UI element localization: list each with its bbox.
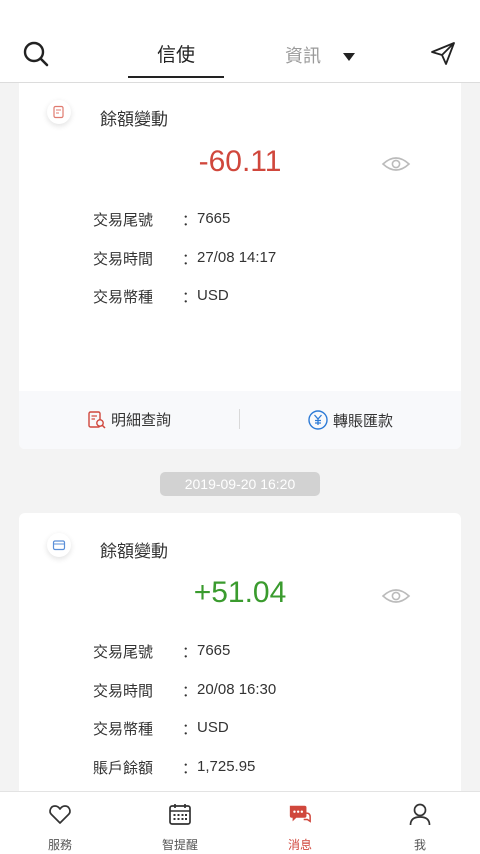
row-value-currency: USD bbox=[197, 719, 229, 736]
row-colon: ： bbox=[182, 211, 198, 229]
nav-item-me[interactable]: 我 bbox=[360, 792, 480, 854]
calendar-icon bbox=[169, 804, 191, 825]
row-value-tx-time: 20/08 16:30 bbox=[197, 681, 277, 698]
toggle-visibility-button[interactable] bbox=[381, 586, 411, 606]
toggle-visibility-button[interactable] bbox=[381, 154, 411, 174]
row-colon: ： bbox=[182, 288, 198, 306]
detail-query-button[interactable]: 明細查詢 bbox=[87, 409, 171, 430]
transfer-remit-button[interactable]: 轉賬匯款 bbox=[307, 409, 393, 431]
date-separator: 2019-09-20 16:20 bbox=[160, 472, 320, 496]
search-button[interactable] bbox=[22, 40, 50, 68]
card-title: 餘額變動 bbox=[100, 110, 168, 130]
yen-exchange-icon bbox=[308, 410, 328, 430]
message-icon bbox=[289, 805, 311, 823]
card-title: 餘額變動 bbox=[100, 542, 168, 562]
row-value-tx-tail: 7665 bbox=[197, 210, 231, 227]
row-value-currency: USD bbox=[197, 287, 229, 304]
row-colon: ： bbox=[182, 759, 198, 777]
top-header: 信使 資訊 bbox=[0, 0, 480, 83]
heart-icon bbox=[49, 805, 71, 824]
nav-item-messages[interactable]: 消息 bbox=[240, 792, 360, 854]
row-label-tx-tail: 交易尾號 bbox=[93, 643, 154, 661]
row-colon: ： bbox=[182, 643, 198, 661]
balance-change-card: 餘額變動 +51.04 交易尾號 ： 7665 交易時間 ： 20/08 16:… bbox=[19, 513, 461, 803]
row-label-currency: 交易幣種 bbox=[93, 720, 154, 738]
person-icon bbox=[409, 803, 431, 826]
row-label-tx-time: 交易時間 bbox=[93, 250, 154, 268]
row-colon: ： bbox=[182, 720, 198, 738]
search-icon bbox=[23, 41, 49, 67]
nav-label: 消息 bbox=[287, 838, 312, 852]
eye-icon bbox=[381, 157, 411, 171]
transfer-remit-label: 轉賬匯款 bbox=[333, 411, 394, 430]
row-label-tx-tail: 交易尾號 bbox=[93, 211, 154, 229]
row-label-balance: 賬戶餘額 bbox=[93, 759, 154, 777]
row-value-balance: 1,725.95 bbox=[197, 758, 256, 775]
detail-query-label: 明細查詢 bbox=[111, 411, 172, 429]
send-button[interactable] bbox=[430, 40, 456, 66]
nav-label: 我 bbox=[413, 838, 426, 852]
balance-change-card: 餘額變動 -60.11 交易尾號 ： 7665 交易時間 ： 27/08 14:… bbox=[19, 83, 461, 449]
tab-dropdown-button[interactable] bbox=[342, 48, 356, 61]
row-label-currency: 交易幣種 bbox=[93, 288, 154, 306]
row-value-tx-tail: 7665 bbox=[197, 642, 231, 659]
nav-item-services[interactable]: 服務 bbox=[0, 792, 120, 854]
caret-down-icon bbox=[343, 53, 355, 61]
card-icon-badge bbox=[47, 533, 71, 557]
nav-item-smart-reminder[interactable]: 智提醒 bbox=[120, 792, 240, 854]
bottom-nav: 服務 智提醒 消息 我 bbox=[0, 791, 480, 854]
eye-icon bbox=[381, 589, 411, 603]
row-value-tx-time: 27/08 14:17 bbox=[197, 249, 277, 266]
paper-plane-icon bbox=[431, 42, 455, 65]
row-label-tx-time: 交易時間 bbox=[93, 682, 154, 700]
document-search-icon bbox=[88, 410, 106, 429]
card-icon-badge bbox=[47, 100, 71, 124]
card-actions: 明細查詢 轉賬匯款 bbox=[19, 391, 461, 449]
tab-active-underline bbox=[128, 76, 224, 78]
wallet-icon bbox=[52, 540, 66, 551]
tab-news[interactable]: 資訊 bbox=[285, 42, 321, 68]
row-colon: ： bbox=[182, 682, 198, 700]
nav-label: 服務 bbox=[47, 838, 72, 852]
action-divider bbox=[239, 409, 240, 429]
document-edit-icon bbox=[53, 105, 64, 119]
tab-messenger[interactable]: 信使 bbox=[128, 40, 224, 67]
row-colon: ： bbox=[182, 250, 198, 268]
nav-label: 智提醒 bbox=[161, 838, 198, 852]
